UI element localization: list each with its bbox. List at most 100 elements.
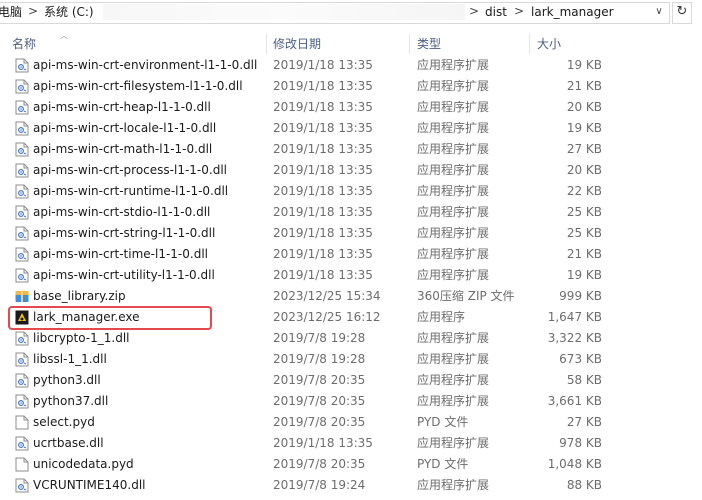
- file-name[interactable]: VCRUNTIME140.dll: [33, 475, 146, 496]
- dll-icon: [15, 268, 29, 283]
- file-size: 19 KB: [566, 121, 602, 135]
- file-type: 应用程序: [417, 310, 466, 324]
- file-name[interactable]: base_library.zip: [33, 286, 126, 307]
- file-row[interactable]: api-ms-win-crt-environment-l1-1-0.dll 201…: [0, 55, 620, 76]
- dll-icon: [15, 184, 29, 199]
- file-name[interactable]: api-ms-win-crt-string-l1-1-0.dll: [33, 223, 215, 244]
- dll-icon: [15, 352, 29, 367]
- dll-icon: [15, 331, 29, 346]
- dll-icon: [15, 436, 29, 451]
- file-name[interactable]: libcrypto-1_1.dll: [33, 328, 130, 349]
- file-date: 2019/1/18 13:35: [273, 100, 373, 114]
- file-row[interactable]: select.pyd 2019/7/8 20:35 PYD 文件 27 KB: [0, 412, 620, 433]
- dll-icon: [15, 79, 29, 94]
- dll-icon: [15, 142, 29, 157]
- file-size: 27 KB: [566, 415, 602, 429]
- file-type: PYD 文件: [417, 415, 469, 429]
- breadcrumb-dist[interactable]: dist: [485, 4, 507, 20]
- file-date: 2019/1/18 13:35: [273, 247, 373, 261]
- breadcrumb-separator-icon[interactable]: >: [28, 3, 38, 19]
- file-name[interactable]: api-ms-win-crt-time-l1-1-0.dll: [33, 244, 208, 265]
- file-name[interactable]: api-ms-win-crt-utility-l1-1-0.dll: [33, 265, 215, 286]
- file-date: 2019/1/18 13:35: [273, 226, 373, 240]
- redacted-path: [103, 4, 465, 20]
- file-name[interactable]: api-ms-win-crt-heap-l1-1-0.dll: [33, 97, 211, 118]
- file-type: 应用程序扩展: [417, 184, 490, 198]
- file-date: 2019/7/8 20:35: [273, 373, 366, 387]
- file-size: 25 KB: [566, 205, 602, 219]
- file-row[interactable]: libssl-1_1.dll 2019/7/8 19:28 应用程序扩展 673 KB: [0, 349, 620, 370]
- file-name[interactable]: select.pyd: [33, 412, 95, 433]
- file-size: 20 KB: [566, 100, 602, 114]
- file-size: 3,661 KB: [547, 394, 602, 408]
- breadcrumb-drive[interactable]: 系统 (C:): [44, 4, 94, 20]
- address-dropdown-icon[interactable]: ∨: [650, 3, 668, 21]
- column-header-size[interactable]: 大小: [525, 32, 615, 54]
- file-name[interactable]: api-ms-win-crt-locale-l1-1-0.dll: [33, 118, 216, 139]
- file-type: 应用程序扩展: [417, 79, 490, 93]
- file-row[interactable]: api-ms-win-crt-time-l1-1-0.dll 2019/1/18 …: [0, 244, 620, 265]
- file-row[interactable]: api-ms-win-crt-utility-l1-1-0.dll 2019/1/…: [0, 265, 620, 286]
- file-type: 应用程序扩展: [417, 394, 490, 408]
- refresh-icon[interactable]: ↻: [672, 2, 692, 24]
- file-size: 25 KB: [566, 226, 602, 240]
- file-date: 2019/1/18 13:35: [273, 436, 373, 450]
- file-row[interactable]: VCRUNTIME140.dll 2019/7/8 19:24 应用程序扩展 88 K…: [0, 475, 620, 496]
- file-date: 2019/1/18 13:35: [273, 163, 373, 177]
- file-row[interactable]: api-ms-win-crt-locale-l1-1-0.dll 2019/1/1…: [0, 118, 620, 139]
- dll-icon: [15, 226, 29, 241]
- file-type: 应用程序扩展: [417, 373, 490, 387]
- breadcrumb-current-folder[interactable]: lark_manager: [531, 4, 614, 20]
- file-date: 2019/1/18 13:35: [273, 79, 373, 93]
- file-size: 20 KB: [566, 163, 602, 177]
- file-row[interactable]: unicodedata.pyd 2019/7/8 20:35 PYD 文件 1,048…: [0, 454, 620, 475]
- file-row[interactable]: api-ms-win-crt-process-l1-1-0.dll 2019/1/…: [0, 160, 620, 181]
- file-row[interactable]: python3.dll 2019/7/8 20:35 应用程序扩展 58 KB: [0, 370, 620, 391]
- file-name[interactable]: python37.dll: [33, 391, 108, 412]
- file-name[interactable]: api-ms-win-crt-stdio-l1-1-0.dll: [33, 202, 210, 223]
- file-type: 应用程序扩展: [417, 478, 490, 492]
- file-row[interactable]: ucrtbase.dll 2019/1/18 13:35 应用程序扩展 978 KB: [0, 433, 620, 454]
- file-date: 2019/7/8 20:35: [273, 457, 366, 471]
- file-row[interactable]: api-ms-win-crt-heap-l1-1-0.dll 2019/1/18 …: [0, 97, 620, 118]
- file-name[interactable]: api-ms-win-crt-filesystem-l1-1-0.dll: [33, 76, 243, 97]
- file-name[interactable]: unicodedata.pyd: [33, 454, 134, 475]
- file-date: 2023/12/25 16:12: [273, 310, 381, 324]
- file-row[interactable]: base_library.zip 2023/12/25 15:34 360压缩 ZI…: [0, 286, 620, 307]
- file-date: 2019/7/8 19:28: [273, 352, 366, 366]
- file-name[interactable]: api-ms-win-crt-runtime-l1-1-0.dll: [33, 181, 228, 202]
- file-date: 2019/7/8 19:24: [273, 478, 366, 492]
- file-size: 999 KB: [559, 289, 602, 303]
- column-header-date[interactable]: 修改日期: [261, 32, 409, 54]
- file-size: 21 KB: [566, 247, 602, 261]
- breadcrumb-separator-icon[interactable]: >: [514, 3, 524, 19]
- file-date: 2019/7/8 20:35: [273, 394, 366, 408]
- file-type: 360压缩 ZIP 文件: [417, 289, 515, 303]
- file-name[interactable]: ucrtbase.dll: [33, 433, 104, 454]
- breadcrumb-separator-icon[interactable]: >: [469, 3, 479, 19]
- dll-icon: [15, 478, 29, 493]
- file-row[interactable]: libcrypto-1_1.dll 2019/7/8 19:28 应用程序扩展 3,3…: [0, 328, 620, 349]
- file-name[interactable]: python3.dll: [33, 370, 101, 391]
- file-row[interactable]: api-ms-win-crt-stdio-l1-1-0.dll 2019/1/18…: [0, 202, 620, 223]
- file-type: 应用程序扩展: [417, 247, 490, 261]
- file-row[interactable]: api-ms-win-crt-math-l1-1-0.dll 2019/1/18 …: [0, 139, 620, 160]
- file-name[interactable]: api-ms-win-crt-process-l1-1-0.dll: [33, 160, 227, 181]
- file-name[interactable]: api-ms-win-crt-environment-l1-1-0.dll: [33, 55, 257, 76]
- file-name[interactable]: libssl-1_1.dll: [33, 349, 107, 370]
- address-bar[interactable]: 电脑 > 系统 (C:) > dist > lark_manager ∨ ↻: [0, 0, 702, 28]
- dll-icon: [15, 373, 29, 388]
- file-row[interactable]: api-ms-win-crt-string-l1-1-0.dll 2019/1/1…: [0, 223, 620, 244]
- file-name[interactable]: api-ms-win-crt-math-l1-1-0.dll: [33, 139, 212, 160]
- column-header-type[interactable]: 类型: [405, 32, 529, 54]
- column-header-name[interactable]: 名称: [0, 32, 266, 54]
- file-size: 21 KB: [566, 79, 602, 93]
- file-date: 2019/7/8 20:35: [273, 415, 366, 429]
- breadcrumb-computer[interactable]: 电脑: [0, 4, 22, 20]
- file-size: 88 KB: [566, 478, 602, 492]
- file-type: 应用程序扩展: [417, 352, 490, 366]
- file-row[interactable]: python37.dll 2019/7/8 20:35 应用程序扩展 3,661 KB: [0, 391, 620, 412]
- file-row[interactable]: api-ms-win-crt-filesystem-l1-1-0.dll 2019…: [0, 76, 620, 97]
- file-type: 应用程序扩展: [417, 331, 490, 345]
- file-row[interactable]: api-ms-win-crt-runtime-l1-1-0.dll 2019/1/…: [0, 181, 620, 202]
